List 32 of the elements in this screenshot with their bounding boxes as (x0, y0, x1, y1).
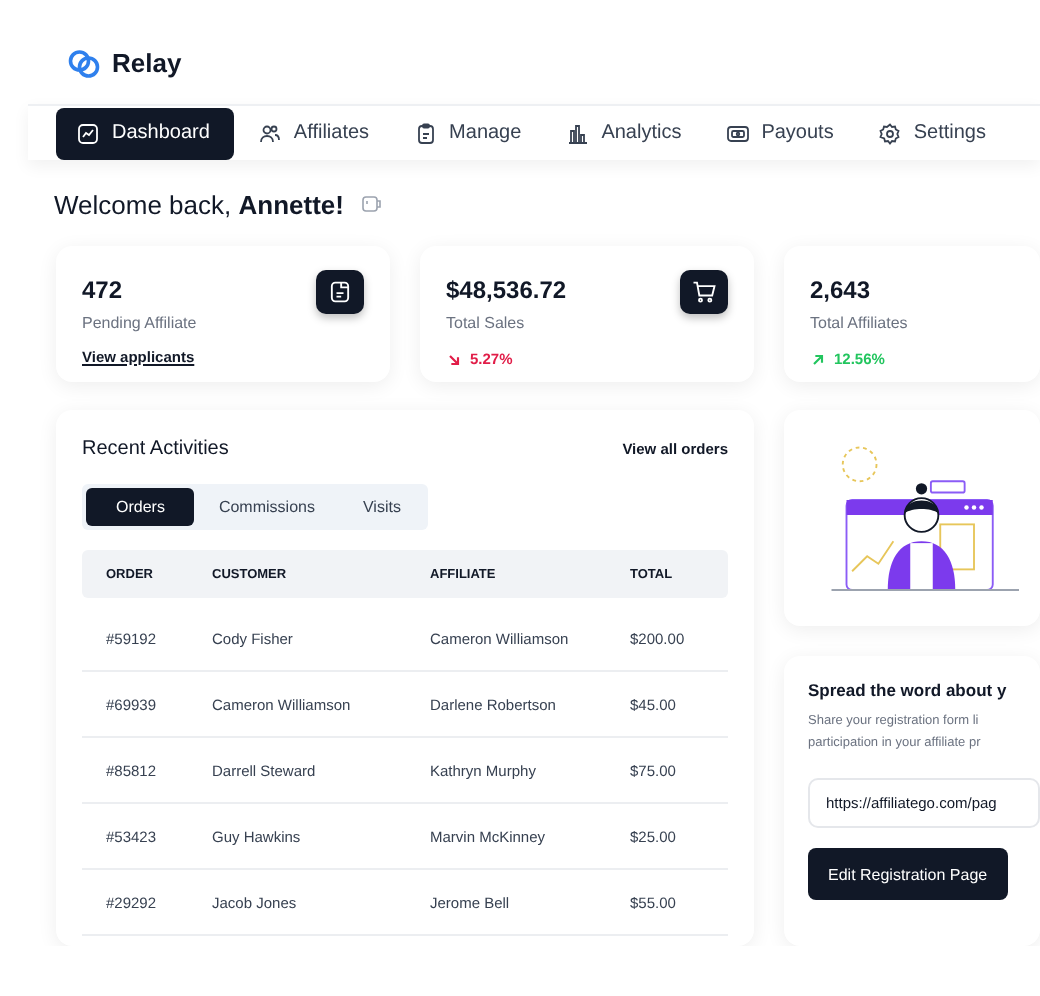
share-heading: Spread the word about y (808, 680, 1009, 700)
stat-label: Pending Affiliate (82, 314, 197, 332)
cup-icon (359, 192, 384, 216)
cart-icon (690, 278, 718, 306)
settings-icon (877, 121, 902, 145)
tab[interactable]: Visits (338, 488, 425, 526)
stat-value: 2,643 (810, 276, 873, 304)
nav-tab[interactable]: Affiliates (237, 107, 390, 159)
nav-tab[interactable]: Dashboard (56, 107, 234, 159)
stat-value: $48,536.72 (446, 276, 567, 304)
welcome-heading: Welcome back, Annette! (54, 189, 344, 219)
stat-label: Total Sales (446, 314, 527, 332)
tab[interactable]: Orders (86, 488, 195, 526)
arrow-up-right-icon (810, 351, 826, 367)
tab[interactable]: Commissions (194, 488, 339, 526)
document-icon (326, 278, 354, 306)
stat-label: Total Affiliates (810, 314, 908, 332)
stat-value: 472 (82, 276, 125, 304)
nav-tab[interactable]: Manage (393, 107, 542, 159)
chart-icon (76, 121, 100, 145)
logo-icon (66, 45, 102, 81)
brand-name: Relay (112, 48, 182, 78)
edit-registration-button[interactable]: Edit Registration Page (808, 848, 1008, 900)
bar-chart-icon (565, 121, 590, 145)
nav-tab[interactable]: Settings (857, 107, 1006, 159)
users-icon (257, 121, 282, 145)
section-title: Recent Activities (82, 438, 229, 460)
clipboard-icon (413, 121, 438, 145)
arrow-down-right-icon (446, 351, 462, 367)
nav-tab[interactable]: Payouts (705, 107, 854, 159)
wallet-icon (725, 121, 750, 145)
nav-tab[interactable]: Analytics (545, 107, 702, 159)
